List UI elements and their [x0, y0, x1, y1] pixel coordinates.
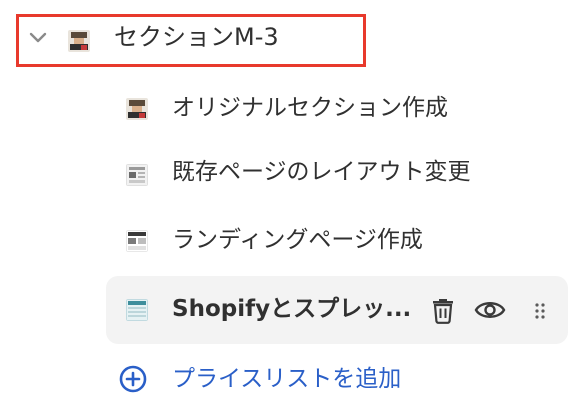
- section-thumbnail-icon: [126, 98, 148, 120]
- chevron-down-icon[interactable]: [28, 31, 48, 45]
- plus-circle-icon: [119, 365, 147, 393]
- list-item[interactable]: オリジナルセクション作成: [0, 84, 576, 144]
- eye-icon[interactable]: [474, 298, 506, 322]
- list-item[interactable]: ランディングページ作成: [0, 212, 576, 272]
- section-title[interactable]: セクションM-3: [114, 20, 279, 54]
- spreadsheet-thumbnail-icon: [126, 299, 148, 321]
- list-item-selected[interactable]: Shopifyとスプレッ...: [106, 276, 568, 344]
- list-item-label: オリジナルセクション作成: [172, 95, 448, 121]
- list-item[interactable]: 既存ページのレイアウト変更: [0, 146, 576, 206]
- list-item-label: Shopifyとスプレッ...: [172, 296, 412, 322]
- list-item-label: ランディングページ作成: [172, 227, 423, 253]
- drag-handle-icon[interactable]: [534, 302, 546, 320]
- page-thumbnail-icon: [126, 230, 148, 252]
- page-thumbnail-icon: [126, 164, 148, 186]
- section-thumbnail-icon: [68, 30, 90, 52]
- add-price-list-label: プライスリストを追加: [172, 366, 402, 392]
- trash-icon[interactable]: [430, 296, 456, 324]
- list-item-label: 既存ページのレイアウト変更: [172, 159, 471, 185]
- add-price-list-button[interactable]: プライスリストを追加: [118, 360, 458, 400]
